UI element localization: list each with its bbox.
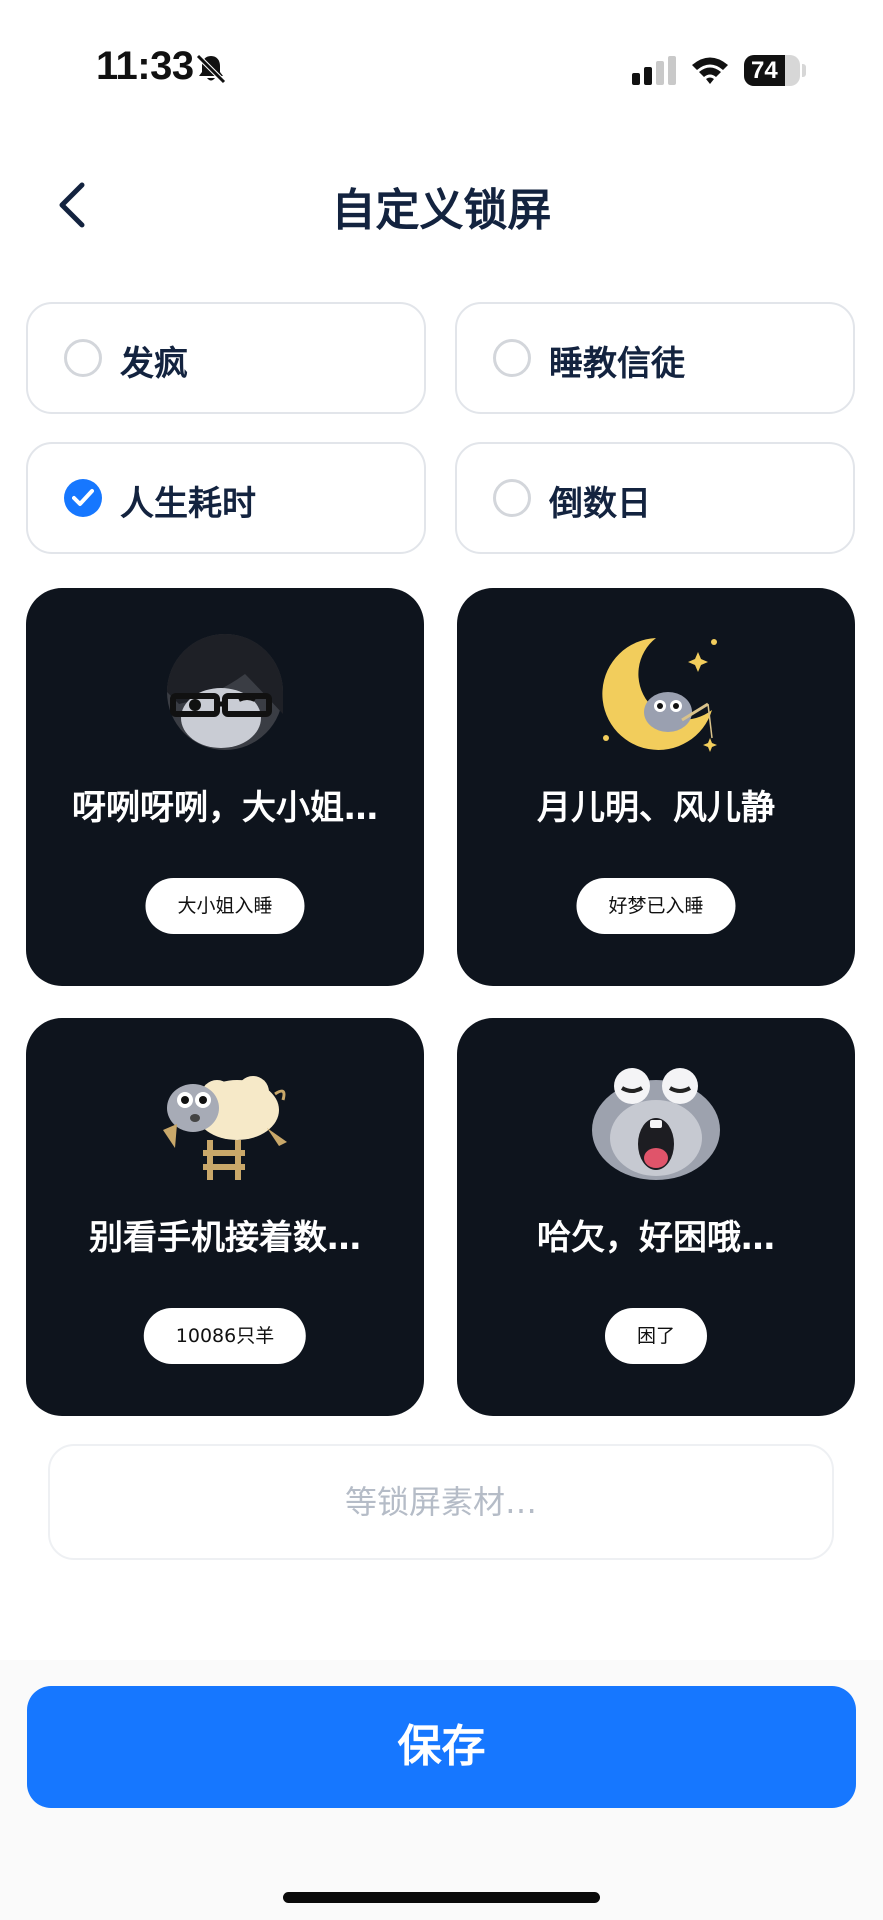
status-time: 11:33 [96, 44, 194, 88]
lockscreen-card[interactable]: 呀咧呀咧，大小姐… 大小姐入睡 [26, 588, 424, 986]
nav-bar: 自定义锁屏 [0, 160, 883, 250]
status-bar: 11:33 74 [0, 0, 883, 140]
page-title: 自定义锁屏 [331, 185, 552, 236]
radio-icon[interactable] [64, 339, 102, 377]
yawning-blob-icon [592, 1068, 720, 1180]
lockscreen-card[interactable]: 哈欠，好困哦… 困了 [457, 1018, 855, 1416]
battery-nub [802, 64, 806, 77]
option-label: 睡教信徒 [549, 344, 685, 384]
option-label: 人生耗时 [120, 484, 256, 524]
card-caption: 月儿明、风儿静 [537, 788, 775, 828]
checkmark-icon [72, 489, 94, 506]
option-shuijiao[interactable]: 睡教信徒 [455, 302, 855, 414]
wifi-icon [692, 57, 728, 84]
loading-more-placeholder: 等锁屏素材… [48, 1444, 834, 1560]
option-daoshu[interactable]: 倒数日 [455, 442, 855, 554]
option-label: 倒数日 [549, 484, 651, 524]
card-action-button[interactable]: 困了 [604, 1308, 708, 1364]
card-caption: 哈欠，好困哦… [537, 1218, 775, 1258]
home-indicator[interactable] [283, 1892, 600, 1903]
card-action-button[interactable]: 大小姐入睡 [145, 878, 305, 934]
lockscreen-card[interactable]: 别看手机接着数… 10086只羊 [26, 1018, 424, 1416]
lockscreen-card[interactable]: 月儿明、风儿静 好梦已入睡 [457, 588, 855, 986]
option-fafeng[interactable]: 发疯 [26, 302, 426, 414]
option-label: 发疯 [120, 344, 188, 384]
card-action-button[interactable]: 好梦已入睡 [576, 878, 736, 934]
save-button[interactable]: 保存 [27, 1686, 856, 1808]
radio-icon[interactable] [493, 479, 531, 517]
bell-muted-icon [196, 54, 226, 84]
cellular-signal-icon [632, 56, 676, 85]
moon-creature-icon [602, 638, 717, 752]
jumping-sheep-icon [163, 1076, 287, 1180]
battery-percent: 74 [751, 57, 778, 84]
option-rensheng[interactable]: 人生耗时 [26, 442, 426, 554]
battery-icon: 74 [744, 55, 800, 86]
radio-checked-icon[interactable] [64, 479, 102, 517]
girl-with-glasses-icon [167, 634, 283, 750]
card-action-button[interactable]: 10086只羊 [143, 1308, 307, 1364]
card-caption: 呀咧呀咧，大小姐… [72, 788, 378, 828]
card-caption: 别看手机接着数… [89, 1218, 361, 1258]
radio-icon[interactable] [493, 339, 531, 377]
